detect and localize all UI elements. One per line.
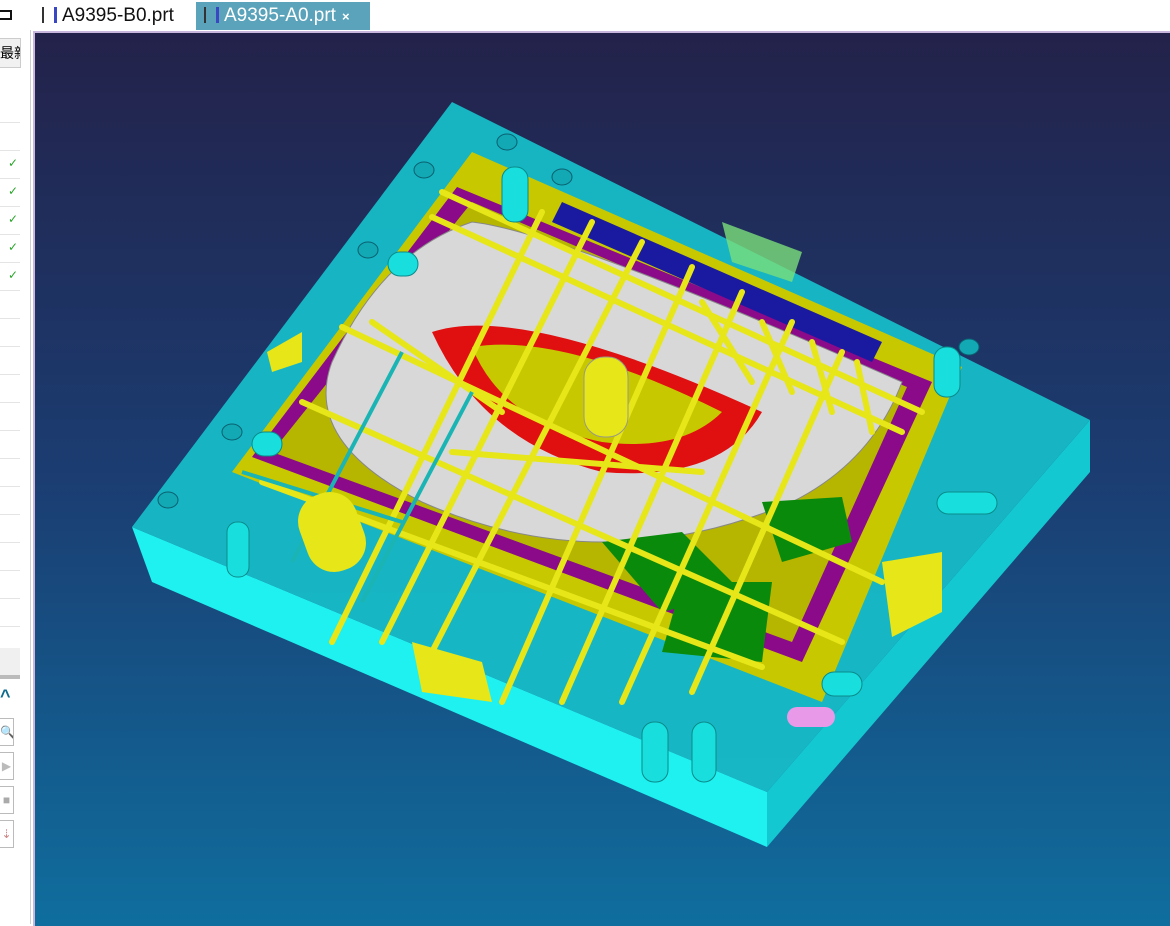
tree-row[interactable] — [0, 94, 20, 123]
tree-row[interactable]: ✓ — [0, 206, 20, 235]
mold-assembly-model — [132, 102, 1090, 847]
pink-pin — [787, 707, 835, 727]
tree-row[interactable] — [0, 458, 20, 487]
stop-icon[interactable]: ■ — [0, 786, 14, 814]
part-file-icon — [204, 7, 219, 23]
tree-row[interactable] — [0, 122, 20, 151]
column-header-newest[interactable]: 最新 — [0, 38, 21, 68]
tree-row[interactable] — [0, 570, 20, 599]
zoom-icon[interactable]: 🔍 — [0, 718, 14, 746]
tree-row[interactable]: ✓ — [0, 234, 20, 263]
arrow-icon[interactable]: ▶ — [0, 752, 14, 780]
tree-row[interactable]: ✓ — [0, 262, 20, 291]
check-icon: ✓ — [7, 184, 18, 198]
restore-icon[interactable] — [0, 10, 12, 20]
tab-a9395-b0[interactable]: A9395-B0.prt — [34, 2, 200, 30]
tree-row[interactable] — [0, 374, 20, 403]
sprue-bushing — [583, 356, 629, 438]
tree-row[interactable] — [0, 486, 20, 515]
tree-row[interactable] — [0, 290, 20, 319]
check-icon: ✓ — [7, 156, 18, 170]
tab-a9395-a0[interactable]: A9395-A0.prt × — [196, 2, 370, 30]
document-tabs: A9395-B0.prt A9395-A0.prt × — [30, 0, 1170, 30]
collapse-chevron-icon[interactable]: ^ — [0, 686, 11, 707]
tree-row[interactable]: ✓ — [0, 150, 20, 179]
tree-row[interactable] — [0, 648, 20, 677]
horizontal-scrollbar[interactable] — [0, 675, 20, 679]
tree-row[interactable]: ✓ — [0, 178, 20, 207]
tree-row[interactable] — [0, 598, 20, 627]
tree-row[interactable] — [0, 318, 20, 347]
part-file-icon — [42, 7, 57, 23]
tree-row[interactable] — [0, 430, 20, 459]
tab-label: A9395-A0.prt — [224, 5, 336, 26]
check-icon: ✓ — [7, 240, 18, 254]
steps-icon[interactable]: ⇣ — [0, 820, 14, 848]
check-icon: ✓ — [7, 268, 18, 282]
tab-label: A9395-B0.prt — [62, 5, 174, 26]
tree-row[interactable] — [0, 542, 20, 571]
check-icon: ✓ — [7, 212, 18, 226]
graphics-window[interactable] — [33, 31, 1170, 926]
tree-row[interactable] — [0, 346, 20, 375]
tree-row[interactable] — [0, 514, 20, 543]
tree-row[interactable] — [0, 402, 20, 431]
close-tab-icon[interactable]: × — [342, 9, 350, 24]
part-navigator-panel: 最新 ✓ ✓ ✓ ✓ ✓ ^ 🔍 ▶ ■ ⇣ — [0, 0, 31, 924]
